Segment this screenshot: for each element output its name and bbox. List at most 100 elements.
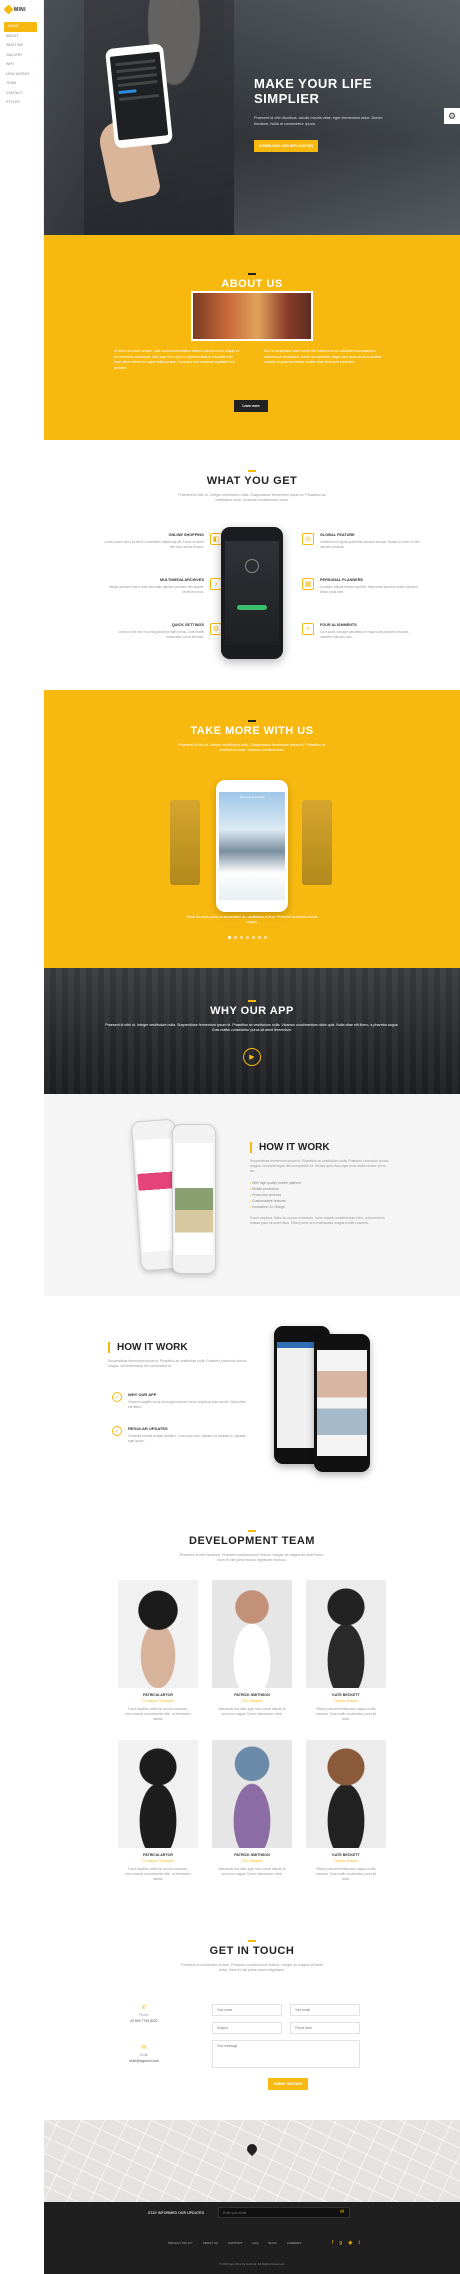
how-it-work-list: With high quality mobile platform Mobile… <box>250 1180 390 1210</box>
phone-menu-row <box>119 93 160 102</box>
gallery-phone-prev[interactable] <box>170 800 200 885</box>
phone-number: 00 800 7753 8022 <box>130 2019 158 2023</box>
nav-item-about[interactable]: About <box>0 32 43 42</box>
feature-global-feature: Global Feature Vestibulum id ligula port… <box>302 533 420 550</box>
feature-personal-planners: Personal Planners Curabitur blandit temp… <box>302 578 420 595</box>
email-field[interactable] <box>290 2004 360 2016</box>
what-you-get-subtitle: Praesent id nibh ut. Integer vestibulum … <box>178 492 326 503</box>
feature-text: Cum sociis natoque penatibus et magnis d… <box>320 630 409 639</box>
take-more-note: Morbi leo risus, porta ac consectetur ac… <box>186 915 318 924</box>
footer-link[interactable]: Careers <box>287 2241 302 2245</box>
team-title: DEVELOPMENT TEAM <box>189 1534 315 1547</box>
submit-message-button[interactable]: Submit Message <box>268 2078 308 2090</box>
feature-title: Four Alignments <box>320 623 357 627</box>
feature-text: Donec id elit non mi porta gravida at eg… <box>118 630 204 639</box>
name-field[interactable] <box>212 2004 282 2016</box>
footer-link[interactable]: Blog <box>268 2241 276 2245</box>
pagination-dot[interactable] <box>234 936 237 939</box>
check-icon: ✓ <box>112 1426 122 1436</box>
take-more-subtitle: Praesent id nibh ut. Integer vestibulum … <box>178 742 326 753</box>
logo[interactable]: MINI <box>0 0 43 17</box>
subject-field[interactable] <box>212 2022 282 2034</box>
phone-menu-row <box>115 59 156 67</box>
footer-link[interactable]: Privacy Policy <box>168 2241 193 2245</box>
contact-subtitle: Praesent id vestibulum ornare. Praesent … <box>181 1962 323 1973</box>
newsletter-label: Stay informed our updates <box>148 2211 204 2215</box>
gallery-phone-caption: Summer is coming <box>239 795 265 799</box>
team-member-card: Patricia Artor Co-founder, Developer Fus… <box>118 1740 198 1881</box>
phone-green-button <box>237 605 267 610</box>
nav-item-styles[interactable]: Styles <box>0 98 43 108</box>
take-more-section: TAKE MORE WITH US Praesent id nibh ut. I… <box>44 690 460 968</box>
pagination-dot[interactable] <box>264 936 267 939</box>
member-bio: Fusce dapibus, tellus ac cursus commodo,… <box>125 1707 191 1721</box>
sidebar: MINI Home About What we Gallery Why How … <box>0 0 44 235</box>
member-name: Patricia Artor <box>143 1853 173 1857</box>
play-video-icon[interactable]: ▶ <box>243 1048 261 1066</box>
nav-item-what-we[interactable]: What we <box>0 41 43 51</box>
phone-screen <box>225 541 279 645</box>
learn-more-button[interactable]: Learn more <box>234 400 268 412</box>
download-app-button[interactable]: Download our Application <box>254 140 318 152</box>
why-our-app-title: WHY OUR APP <box>210 1004 294 1017</box>
how-it-work-section-1: HOW IT WORK Suspendisse fermentum ipsum … <box>44 1094 460 1296</box>
hero-phone-mockup <box>104 43 174 149</box>
feature-text: Curabitur blandit tempus porttitor. Maec… <box>320 585 419 594</box>
instagram-icon[interactable]: ◉ <box>348 2240 352 2246</box>
location-map[interactable] <box>44 2120 460 2202</box>
main-nav: Home About What we Gallery Why How works… <box>0 22 43 108</box>
email-address[interactable]: hello@appmini.com <box>114 2059 174 2063</box>
section-divider <box>248 720 256 722</box>
member-role: Creative Director <box>334 1699 358 1703</box>
map-pin-icon[interactable] <box>244 2141 260 2157</box>
member-name: Patrick Smithson <box>234 1853 270 1857</box>
about-title: ABOUT US <box>221 277 283 290</box>
team-member-card: Patrick Smithson CEO, Designer Maecenas … <box>212 1740 292 1877</box>
phone-screen <box>175 1143 213 1255</box>
settings-gear-icon[interactable]: ⚙ <box>444 108 460 124</box>
gallery-phone-screen: Summer is coming <box>219 792 285 900</box>
member-name: Kate Beckett <box>332 1853 360 1857</box>
nav-item-gallery[interactable]: Gallery <box>0 51 43 61</box>
footer-link[interactable]: About Us <box>203 2241 218 2245</box>
phone-menu-row <box>116 73 158 81</box>
send-envelope-icon[interactable]: ✉ <box>340 2209 344 2215</box>
pagination-dot[interactable] <box>228 936 231 939</box>
section-divider <box>248 470 256 472</box>
how-it-work-title: HOW IT WORK <box>250 1142 390 1153</box>
pagination-dot[interactable] <box>246 936 249 939</box>
feature-quick-settings: Quick Settings Donec id elit non mi port… <box>104 623 222 640</box>
nav-item-why[interactable]: Why <box>0 60 43 70</box>
phone-icon: ✆ <box>141 2005 147 2011</box>
footer-nav: Privacy Policy About Us Support FAQ Blog… <box>168 2241 301 2245</box>
pagination-dot[interactable] <box>240 936 243 939</box>
google-plus-icon[interactable]: g <box>339 2240 342 2246</box>
pagination-dot[interactable] <box>252 936 255 939</box>
facebook-icon[interactable]: f <box>332 2240 333 2246</box>
member-photo <box>118 1580 198 1688</box>
team-member-card: Kate Beckett Creative Director Etiam por… <box>306 1580 386 1721</box>
team-subtitle: Praesent id nibh faucibus. Praesent cond… <box>179 1552 325 1563</box>
feature-title: Online Shopping <box>168 533 204 537</box>
how-item-why: Why our app Vivamus sagittis lacus vel a… <box>128 1392 250 1410</box>
nav-item-how-works[interactable]: How works <box>0 70 43 80</box>
nav-item-contact[interactable]: Contact <box>0 89 43 99</box>
phone-menu-row <box>117 79 158 88</box>
member-bio: Etiam porta sem malesuada magna mollis e… <box>315 1707 377 1721</box>
logo-text: MINI <box>14 6 26 13</box>
pagination-dot[interactable] <box>258 936 261 939</box>
nav-item-team[interactable]: Team <box>0 79 43 89</box>
phone-field[interactable] <box>290 2022 360 2034</box>
twitter-icon[interactable]: t <box>359 2240 360 2246</box>
phone-label: Phone <box>139 2013 149 2017</box>
footer-link[interactable]: FAQ <box>252 2241 258 2245</box>
feature-multimedia-archives: Multimedia Archives Integer posuere erat… <box>104 578 222 595</box>
how-it-work-section-2: HOW IT WORK Suspendisse fermentum ipsum … <box>44 1296 460 1508</box>
phone-screen <box>317 1350 367 1456</box>
gallery-phone-next[interactable] <box>302 800 332 885</box>
nav-item-home[interactable]: Home <box>4 22 37 32</box>
newsletter-email-input[interactable] <box>218 2207 350 2218</box>
message-field[interactable] <box>212 2040 360 2068</box>
footer-link[interactable]: Support <box>228 2241 242 2245</box>
logo-mark-icon <box>3 4 14 15</box>
